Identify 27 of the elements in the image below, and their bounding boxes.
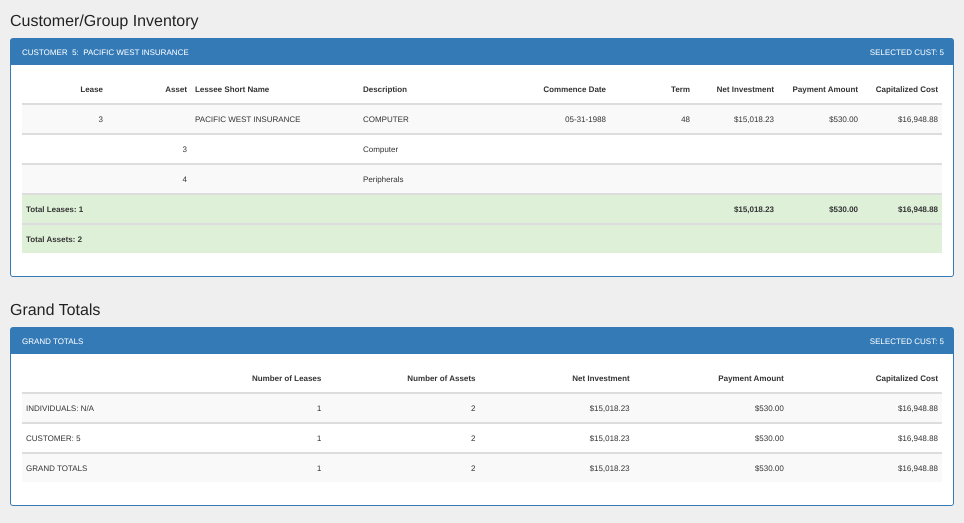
table-cell: 1 <box>171 393 326 423</box>
table-cell: $530.00 <box>778 104 862 134</box>
table-cell: GRAND TOTALS <box>22 453 172 482</box>
table-cell: $15,018.23 <box>694 104 778 134</box>
customer-heading: CUSTOMER 5: PACIFIC WEST INSURANCE <box>22 48 189 56</box>
table-cell: $530.00 <box>634 393 788 423</box>
table-cell: $16,948.88 <box>862 104 942 134</box>
table-cell: 2 <box>325 453 480 482</box>
table-cell: INDIVIDUALS: N/A <box>22 393 172 423</box>
table-cell: $16,948.88 <box>788 453 942 482</box>
table-cell: $16,948.88 <box>788 393 942 423</box>
table-cell: COMPUTER <box>359 104 519 134</box>
selected-customer: SELECTED CUST: 5 <box>870 48 944 56</box>
section-title: Grand Totals <box>10 301 102 321</box>
table-cell: 48 <box>610 104 694 134</box>
grand-totals-heading: GRAND TOTALS <box>22 336 84 346</box>
table-cell: 3 <box>22 104 107 134</box>
section-title: Customer/Group Inventory <box>10 12 200 32</box>
table-cell: 2 <box>325 393 480 423</box>
selected-customer: SELECTED CUST: 5 <box>870 336 944 346</box>
table-cell: 1 <box>171 453 326 482</box>
table-cell: 05-31-1988 <box>519 104 610 134</box>
table-cell: $530.00 <box>634 453 788 482</box>
table-cell: PACIFIC WEST INSURANCE <box>191 104 359 134</box>
table-cell: $15,018.23 <box>479 453 634 482</box>
table-cell: $15,018.23 <box>479 393 634 423</box>
total-label: Total Assets: 2 <box>22 224 694 253</box>
